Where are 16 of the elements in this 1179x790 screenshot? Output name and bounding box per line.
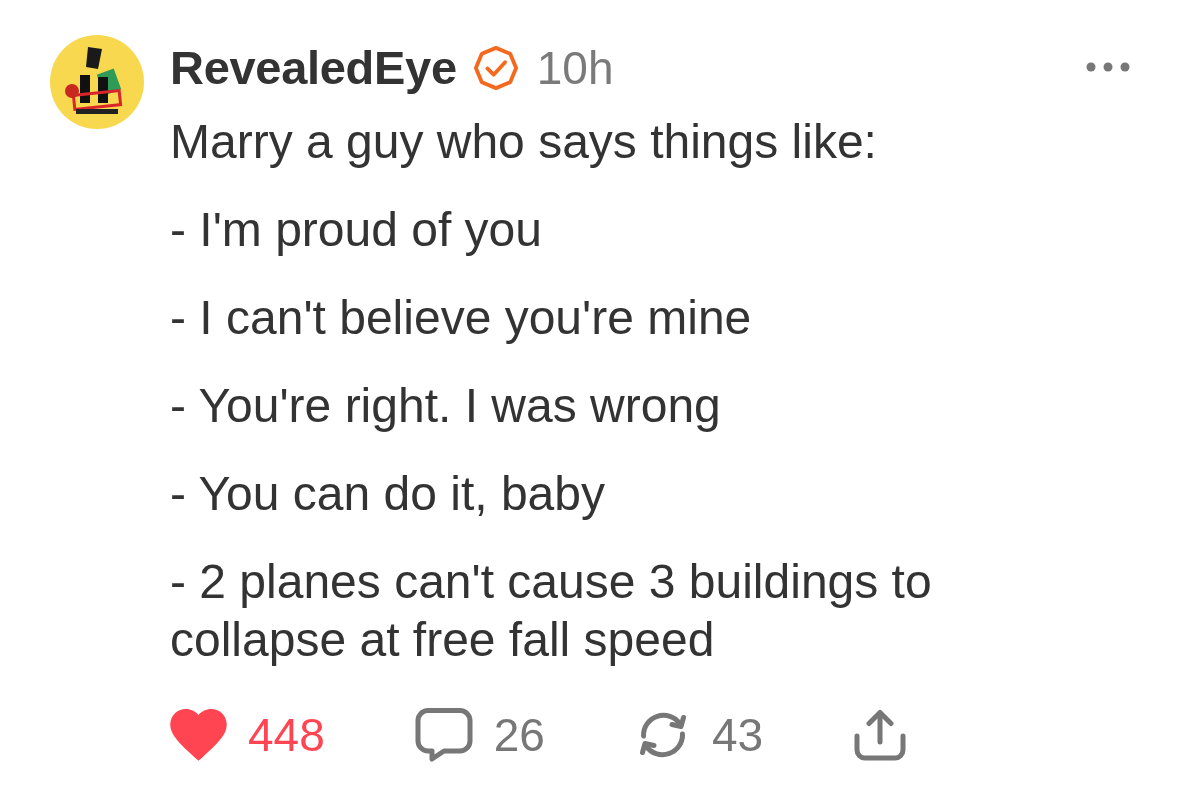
share-button[interactable] xyxy=(853,709,908,761)
post-paragraph: - 2 planes can't cause 3 buildings to collapse at free fall speed xyxy=(170,554,933,668)
post-paragraph: - You can do it, baby xyxy=(170,466,606,522)
speech-bubble-icon xyxy=(414,707,473,763)
post-paragraph: - I can't believe you're mine xyxy=(170,290,753,346)
repost-button[interactable]: 43 xyxy=(634,707,764,763)
more-icon xyxy=(1086,62,1130,72)
post-paragraph: Marry a guy who says things like: xyxy=(170,114,878,170)
share-icon xyxy=(853,709,908,761)
more-button[interactable] xyxy=(1086,62,1130,72)
post-paragraph: - You're right. I was wrong xyxy=(170,378,722,434)
like-button[interactable]: 448 xyxy=(170,707,325,763)
author-name[interactable]: RevealedEye xyxy=(170,40,457,96)
comment-button[interactable]: 26 xyxy=(414,707,545,763)
post-paragraph: - I'm proud of you xyxy=(170,202,543,258)
post-time: 10h xyxy=(536,41,614,96)
